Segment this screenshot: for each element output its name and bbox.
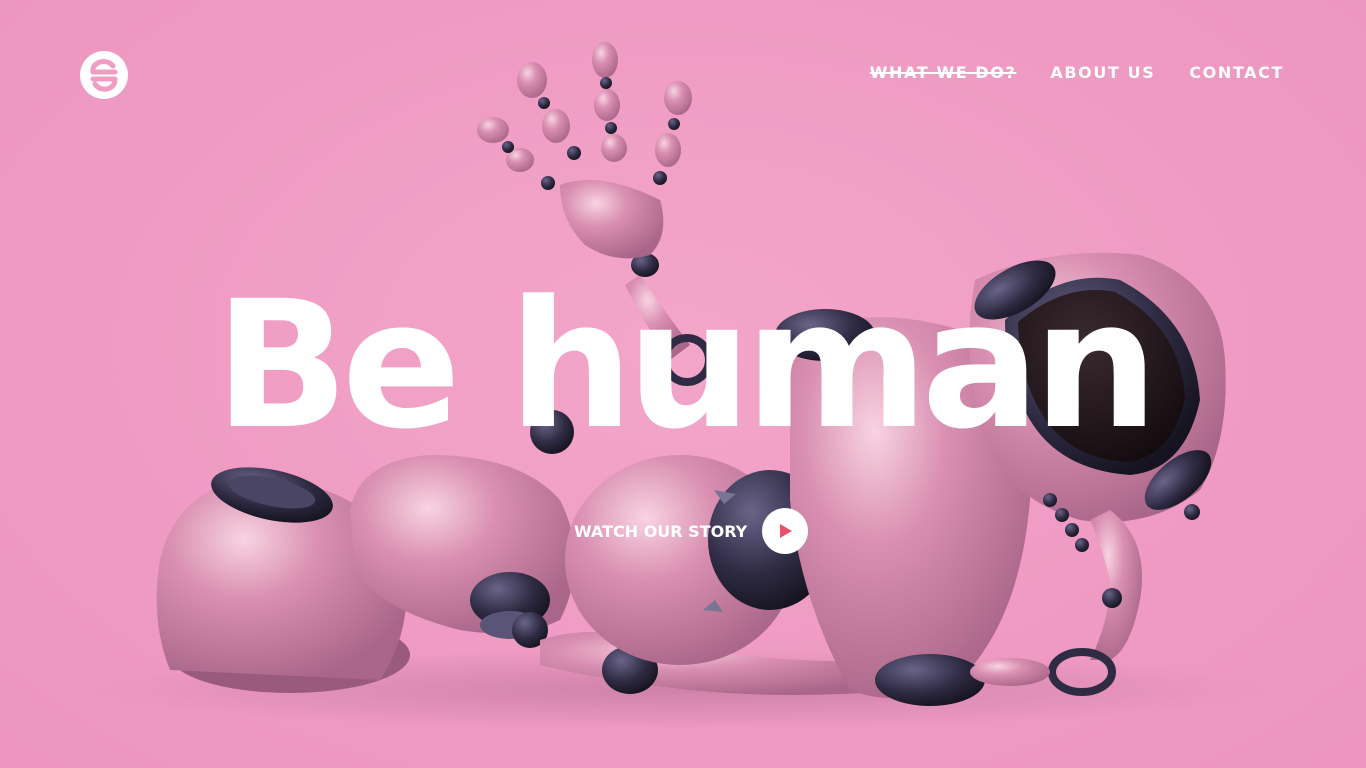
play-button[interactable] xyxy=(762,508,809,554)
watch-story-button[interactable]: WATCH OUR STORY xyxy=(574,508,809,554)
play-icon xyxy=(780,524,793,538)
nav-item-about-us[interactable]: ABOUT US xyxy=(1050,63,1155,82)
nav-item-what-we-do[interactable]: WHAT WE DO? xyxy=(870,63,1017,82)
brand-logo-icon[interactable] xyxy=(80,51,128,99)
watch-story-label: WATCH OUR STORY xyxy=(574,521,748,541)
main-nav: WHAT WE DO? ABOUT US CONTACT xyxy=(870,63,1284,82)
nav-item-contact[interactable]: CONTACT xyxy=(1189,63,1284,82)
hero-headline: Be human xyxy=(214,263,1159,468)
hero-section: WHAT WE DO? ABOUT US CONTACT Be human WA… xyxy=(0,0,1366,768)
